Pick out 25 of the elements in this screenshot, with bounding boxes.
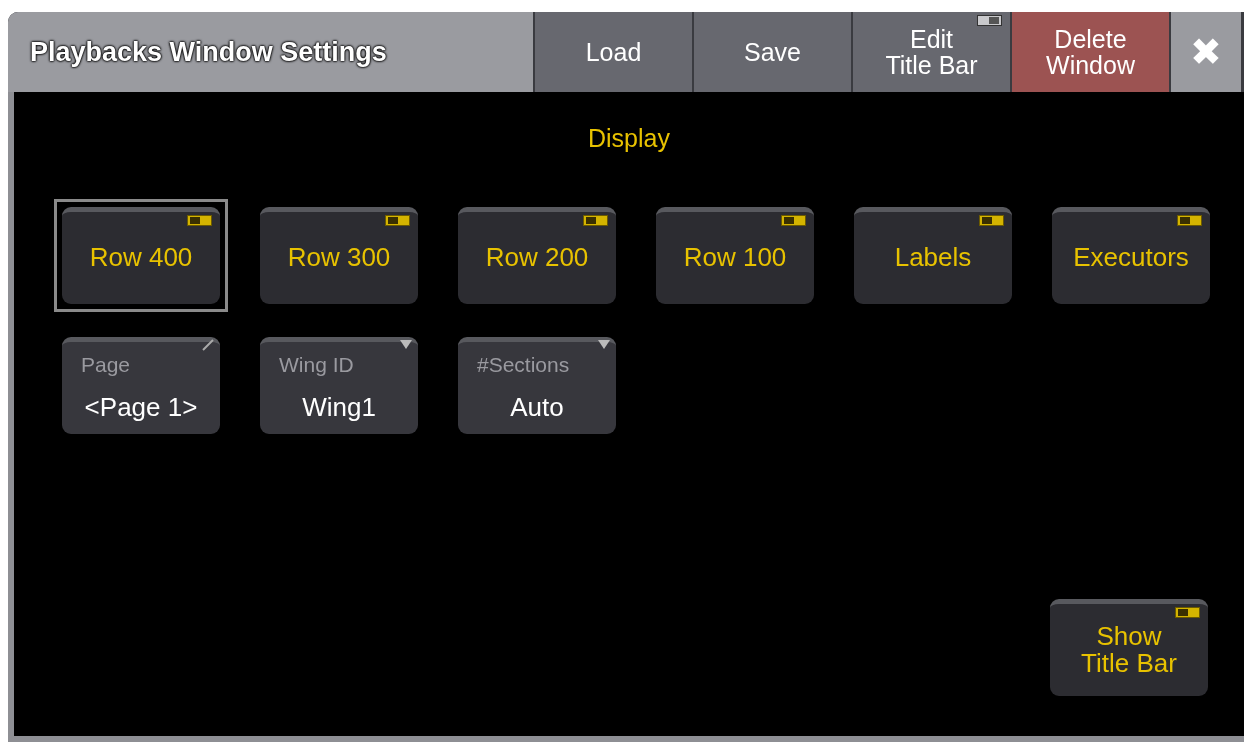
edit-field[interactable]: Page <Page 1> [62, 336, 220, 434]
toggle-button[interactable]: Labels [854, 206, 1012, 304]
field-label: Page [81, 351, 131, 378]
field-value: Auto [510, 391, 564, 424]
dropdown-triangle-icon [597, 338, 611, 351]
toggle-button[interactable]: Row 300 [260, 206, 418, 304]
field-value: <Page 1> [84, 391, 198, 424]
field-value: Wing1 [302, 391, 376, 424]
toggle-button[interactable]: Row 200 [458, 206, 616, 304]
window-title: Playbacks Window Settings [8, 12, 533, 92]
toggle-button[interactable]: Show Title Bar [1050, 599, 1208, 696]
toggle-button[interactable]: Row 400 [62, 206, 220, 304]
field-label: Wing ID [279, 351, 354, 378]
section-heading: Display [588, 123, 670, 154]
dropdown-triangle-icon [399, 338, 413, 351]
title-bar-button[interactable]: Delete Window [1012, 12, 1169, 92]
title-bar-button[interactable]: Load [535, 12, 692, 92]
dropdown-field[interactable]: #Sections Auto [458, 336, 616, 434]
title-bar-button[interactable]: Edit Title Bar [853, 12, 1010, 92]
title-bar-button[interactable]: Save [694, 12, 851, 92]
pencil-icon [201, 338, 215, 351]
toggle-button[interactable]: Row 100 [656, 206, 814, 304]
toggle-button[interactable]: Executors [1052, 206, 1210, 304]
field-label: #Sections [477, 351, 570, 378]
dropdown-field[interactable]: Wing ID Wing1 [260, 336, 418, 434]
